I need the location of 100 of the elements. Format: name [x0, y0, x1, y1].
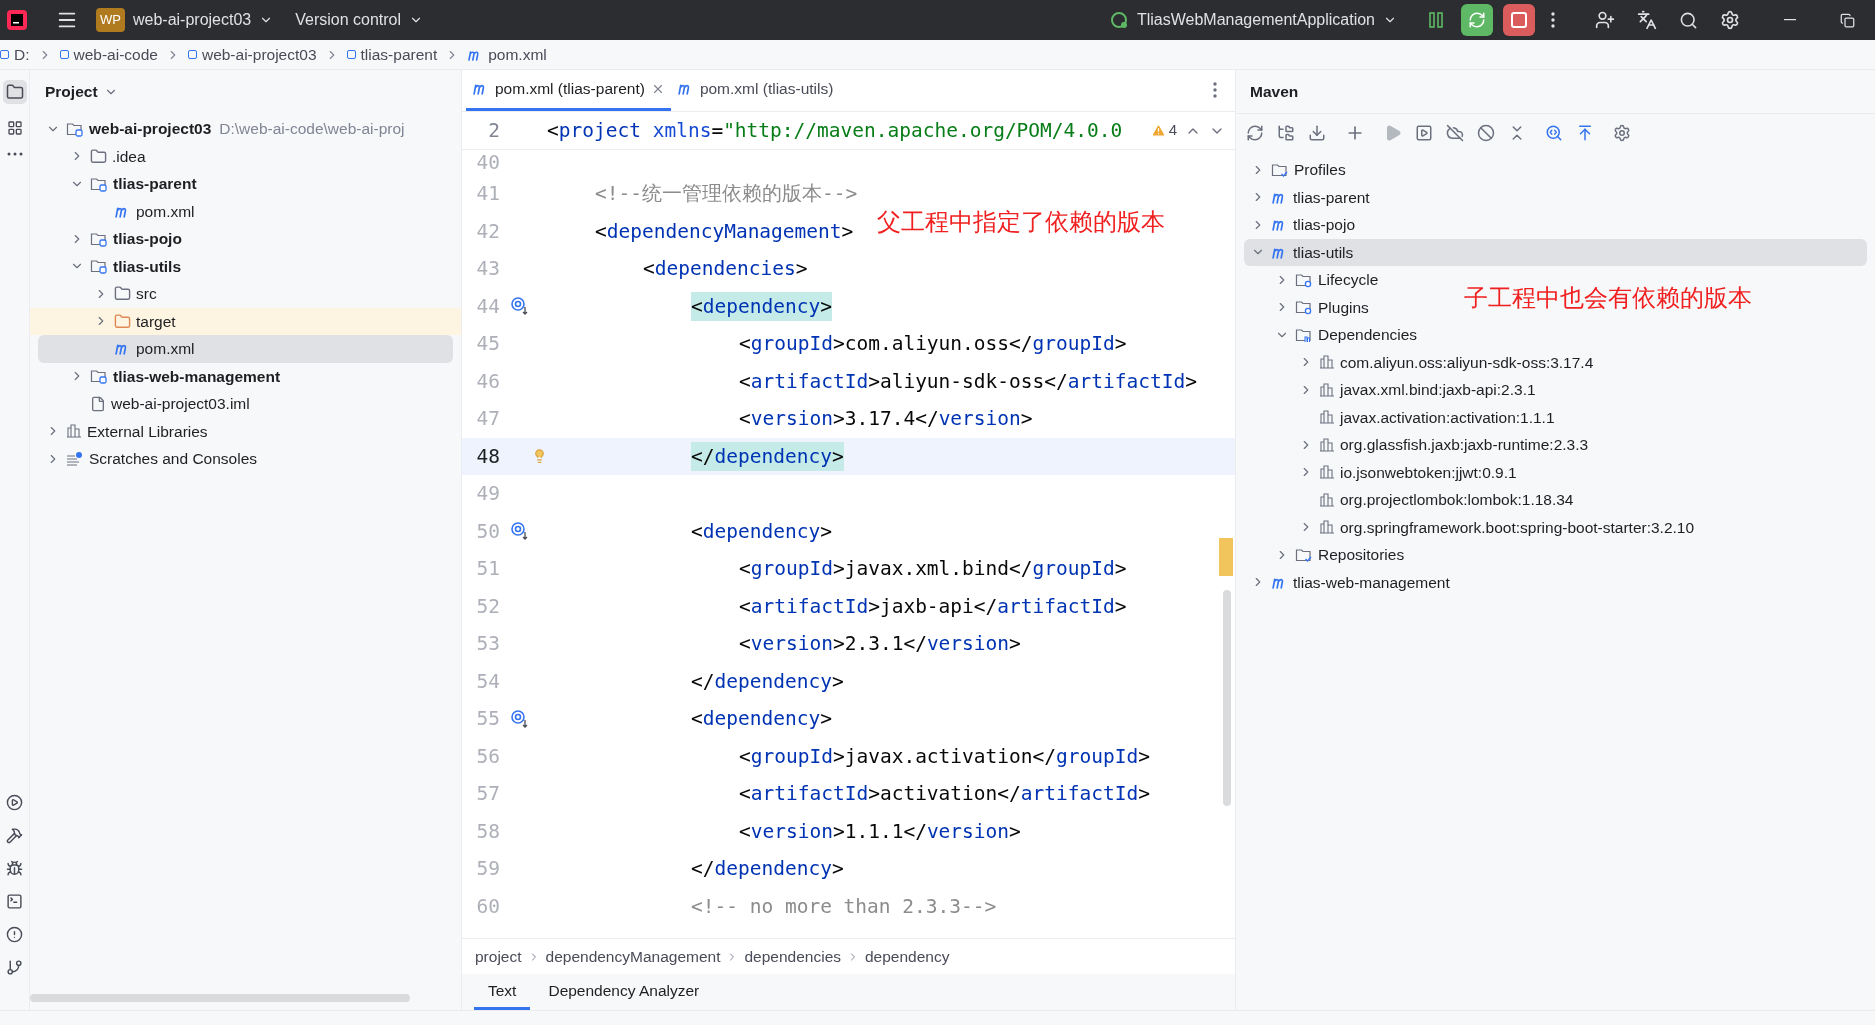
breadcrumb-item[interactable]: pom.xml: [467, 42, 547, 67]
tree-item[interactable]: pom.xml: [30, 197, 203, 225]
editor-tab[interactable]: pom.xml (tlias-utils): [670, 69, 840, 111]
code-with-me-button[interactable]: [1595, 10, 1615, 30]
git-tool-button[interactable]: [6, 959, 23, 976]
tree-item[interactable]: org.springframework.boot:spring-boot-starter:3.2.10: [1236, 513, 1703, 541]
tree-item[interactable]: tlias-pojo: [30, 225, 190, 253]
error-stripe-marker[interactable]: [1219, 538, 1233, 576]
project-selector[interactable]: WP web-ai-project03: [96, 8, 274, 32]
library-icon: [1319, 436, 1335, 453]
rerun-button[interactable]: [1461, 4, 1493, 36]
editor-mode-tab[interactable]: Dependency Analyzer: [534, 974, 714, 1010]
settings-button[interactable]: [1720, 10, 1740, 30]
panel-title[interactable]: Project: [45, 80, 118, 104]
restore-button[interactable]: [1840, 12, 1855, 28]
tree-item[interactable]: tlias-utils: [30, 252, 190, 280]
line-number: 42: [475, 218, 500, 245]
stop-button[interactable]: [1503, 4, 1535, 36]
tree-item[interactable]: tlias-utils: [1244, 238, 1867, 266]
path-item[interactable]: dependencies: [744, 944, 841, 969]
tree-item[interactable]: javax.xml.bind:jaxb-api:2.3.1: [1236, 376, 1544, 404]
cloud-off-icon: [1446, 124, 1464, 142]
version-control-menu[interactable]: Version control: [295, 8, 424, 32]
item-label: pom.xml: [136, 201, 195, 222]
code-line: <project xmlns="http://maven.apache.org/POM/4.0.0: [547, 117, 1123, 144]
structure-tool-button[interactable]: [6, 120, 23, 136]
tree-item[interactable]: src: [30, 280, 165, 308]
analyze-button[interactable]: [1545, 124, 1563, 142]
breadcrumb-item[interactable]: web-ai-project03: [187, 42, 317, 67]
bug-icon: [6, 860, 23, 877]
more-icon: [6, 152, 23, 156]
rerun-icon: [1468, 11, 1486, 29]
overridden-marker-icon[interactable]: [510, 708, 530, 729]
line-number: 52: [475, 593, 500, 620]
breadcrumb-item[interactable]: tlias-parent: [346, 42, 438, 67]
more-button[interactable]: [1551, 12, 1555, 28]
overridden-marker-icon[interactable]: [510, 521, 530, 542]
reload-button[interactable]: [1246, 124, 1264, 142]
tree-item[interactable]: Scratches and Consoles: [30, 445, 265, 473]
check-folder-icon: [1295, 546, 1313, 563]
tree-item[interactable]: io.jsonwebtoken:jjwt:0.9.1: [1236, 458, 1525, 486]
tree-item[interactable]: Profiles: [1236, 156, 1354, 184]
tree-item[interactable]: tlias-parent: [30, 170, 205, 198]
tree-item[interactable]: Lifecycle: [1236, 266, 1387, 294]
vertical-scrollbar[interactable]: [1223, 590, 1231, 806]
breadcrumb-item[interactable]: D:: [0, 42, 30, 67]
offline-mode-button[interactable]: [1446, 124, 1464, 142]
horizontal-scrollbar[interactable]: [30, 994, 410, 1002]
breadcrumb-item[interactable]: web-ai-code: [59, 42, 158, 67]
folder-icon: [90, 147, 107, 165]
terminal-tool-button[interactable]: [6, 893, 23, 910]
module-folder-icon: [66, 120, 84, 137]
tree-item[interactable]: .idea: [30, 142, 154, 170]
tree-item[interactable]: web-ai-project03.iml: [30, 390, 258, 418]
line-number: 43: [475, 256, 500, 283]
file-icon: [90, 395, 106, 412]
tree-item[interactable]: javax.activation:activation:1.1.1: [1236, 403, 1563, 431]
library-icon: [66, 423, 82, 440]
tree-item[interactable]: tlias-parent: [1236, 183, 1378, 211]
debug-tool-button[interactable]: [6, 860, 23, 877]
minimize-button[interactable]: [1784, 19, 1796, 21]
translate-button[interactable]: [1637, 10, 1657, 30]
more-tools-button[interactable]: [6, 152, 23, 156]
module-folder-icon: [90, 230, 108, 247]
run-tool-button[interactable]: [6, 794, 23, 811]
maven-settings-button[interactable]: [1613, 124, 1631, 142]
tree-item[interactable]: org.glassfish.jaxb:jaxb-runtime:2.3.3: [1236, 431, 1597, 459]
annotation-text: 子工程中也会有依赖的版本: [1464, 283, 1752, 313]
tree-item[interactable]: tlias-pojo: [1236, 211, 1364, 239]
path-item[interactable]: dependency: [865, 944, 950, 969]
tree-item[interactable]: Dependencies: [1236, 321, 1426, 349]
reload-projects-button[interactable]: [1277, 124, 1295, 142]
editor-tab[interactable]: pom.xml (tlias-parent): [466, 69, 671, 111]
build-tool-button[interactable]: [6, 827, 23, 844]
tree-item[interactable]: Plugins: [1236, 293, 1377, 321]
code-line: <groupId>com.aliyun.oss</groupId>: [739, 331, 1127, 358]
path-item[interactable]: dependencyManagement: [545, 944, 721, 969]
tree-item[interactable]: tlias-web-management: [1236, 568, 1458, 596]
tree-item[interactable]: org.projectlombok:lombok:1.18.34: [1236, 486, 1582, 514]
path-item[interactable]: project: [475, 944, 522, 969]
line-number: 41: [475, 181, 500, 208]
problems-tool-button[interactable]: [6, 926, 23, 943]
project-tool-button[interactable]: [2, 80, 27, 104]
translate-icon: [1637, 10, 1657, 30]
tree-item[interactable]: web-ai-project03 D:\web-ai-code\web-ai-proj: [30, 115, 413, 143]
tree-item[interactable]: pom.xml: [38, 335, 453, 363]
show-dependencies-button[interactable]: [1576, 124, 1594, 142]
tree-item[interactable]: com.aliyun.oss:aliyun-sdk-oss:3.17.4: [1236, 348, 1602, 376]
download-button[interactable]: [1308, 124, 1326, 142]
tree-item[interactable]: Repositories: [1236, 541, 1413, 569]
module-icon: [346, 50, 356, 59]
run-configuration-button[interactable]: [1415, 124, 1433, 142]
overridden-marker-icon[interactable]: [510, 296, 530, 317]
tree-item[interactable]: tlias-web-management: [30, 362, 289, 390]
run-configuration-selector[interactable]: TliasWebManagementApplication: [1108, 8, 1397, 32]
tree-item[interactable]: target: [30, 307, 461, 335]
search-button[interactable]: [1679, 10, 1698, 30]
skip-tests-button[interactable]: [1477, 124, 1495, 142]
tree-item[interactable]: External Libraries: [30, 417, 216, 445]
reload-icon: [1246, 124, 1264, 142]
